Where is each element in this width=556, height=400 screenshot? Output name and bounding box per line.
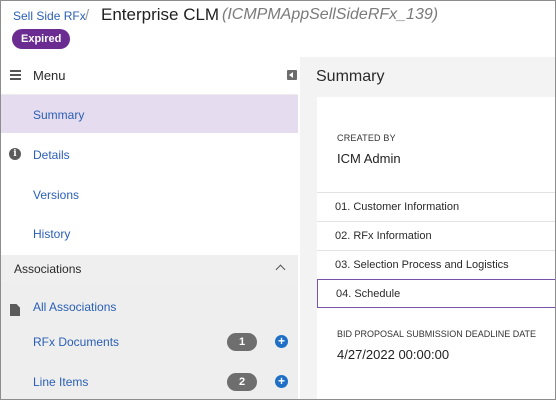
section-label: 01. Customer Information: [335, 201, 460, 213]
info-icon: i: [9, 148, 21, 160]
collapse-sidebar-icon[interactable]: [287, 70, 297, 80]
sidebar: Menu Summary i Details Versions History …: [1, 57, 298, 399]
associations-item-line-items[interactable]: Line Items 2 +: [1, 364, 298, 399]
sidebar-item-versions[interactable]: Versions: [1, 175, 298, 213]
associations-item-label: Line Items: [33, 375, 89, 389]
main-content: Summary CREATED BY ICM Admin 01. Custome…: [300, 57, 555, 399]
page-header: Sell Side RFx / Enterprise CLM (ICMPMApp…: [1, 1, 555, 57]
count-badge: 1: [227, 333, 257, 351]
associations-list: All Associations RFx Documents 1 + Line …: [1, 283, 298, 399]
section-rfx-information[interactable]: 02. RFx Information: [317, 221, 555, 250]
hamburger-icon[interactable]: [10, 70, 21, 80]
sidebar-item-details[interactable]: i Details: [1, 135, 298, 173]
app-window: Sell Side RFx / Enterprise CLM (ICMPMApp…: [0, 0, 556, 400]
page-title: Enterprise CLM: [101, 5, 220, 24]
sidebar-item-label: History: [33, 227, 71, 241]
count-badge: 2: [227, 373, 257, 391]
section-title: Summary: [316, 68, 385, 85]
associations-item-label: All Associations: [33, 300, 117, 314]
associations-item-rfx-documents[interactable]: RFx Documents 1 +: [1, 324, 298, 360]
deadline-value: 4/27/2022 00:00:00: [337, 347, 450, 362]
deadline-caption: BID PROPOSAL SUBMISSION DEADLINE DATE: [337, 329, 537, 339]
breadcrumb-separator: /: [85, 7, 90, 24]
section-selection-process[interactable]: 03. Selection Process and Logistics: [317, 250, 555, 279]
section-schedule[interactable]: 04. Schedule: [317, 279, 555, 308]
associations-item-label: RFx Documents: [33, 335, 120, 349]
sidebar-item-summary[interactable]: Summary: [1, 95, 298, 133]
menu-header: Menu: [1, 57, 298, 95]
summary-card: CREATED BY ICM Admin 01. Customer Inform…: [317, 97, 555, 399]
sidebar-item-label: Summary: [33, 108, 85, 122]
sidebar-item-history[interactable]: History: [1, 214, 298, 252]
section-label: 02. RFx Information: [335, 230, 432, 242]
section-customer-information[interactable]: 01. Customer Information: [317, 192, 555, 221]
section-label: 04. Schedule: [336, 288, 401, 300]
menu-label: Menu: [33, 68, 66, 83]
associations-header[interactable]: Associations: [1, 255, 298, 283]
add-icon[interactable]: +: [275, 335, 288, 348]
chevron-up-icon[interactable]: [275, 264, 286, 275]
page-subtitle: (ICMPMAppSellSideRFx_139): [222, 6, 439, 23]
created-by-value: ICM Admin: [337, 151, 401, 166]
associations-label: Associations: [14, 262, 82, 276]
add-icon[interactable]: +: [275, 375, 288, 388]
created-by-caption: CREATED BY: [337, 133, 396, 143]
sidebar-item-label: Versions: [33, 188, 80, 202]
associations-item-all[interactable]: All Associations: [1, 287, 298, 323]
section-label: 03. Selection Process and Logistics: [335, 259, 509, 271]
document-icon: [10, 304, 20, 316]
breadcrumb-link[interactable]: Sell Side RFx: [13, 9, 86, 23]
sidebar-item-label: Details: [33, 148, 70, 162]
status-badge: Expired: [12, 29, 71, 49]
